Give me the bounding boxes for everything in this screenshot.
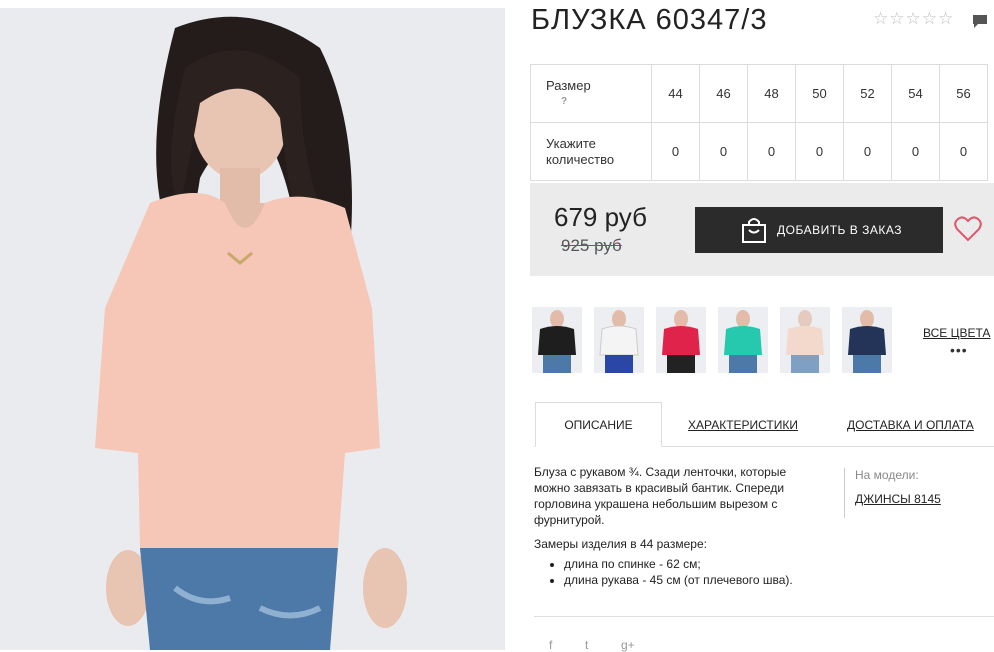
- quantity-input[interactable]: 0: [699, 122, 748, 181]
- color-thumb-red[interactable]: [656, 307, 706, 373]
- product-photo[interactable]: [0, 8, 505, 650]
- quantity-input[interactable]: 0: [651, 122, 700, 181]
- size-cell: 56: [939, 64, 988, 123]
- tab-description[interactable]: ОПИСАНИЕ: [535, 402, 662, 447]
- thumb-image: [780, 307, 830, 373]
- color-thumb-peach[interactable]: [780, 307, 830, 373]
- model-divider: [844, 468, 845, 518]
- shopping-bag-icon: [742, 218, 766, 243]
- on-model-label: На модели:: [855, 468, 919, 482]
- size-row: Размер ? 44 46 48 50 52 54 56: [530, 64, 988, 123]
- size-help-icon[interactable]: ?: [546, 94, 650, 110]
- size-cell: 46: [699, 64, 748, 123]
- all-colors-link[interactable]: ВСЕ ЦВЕТА: [923, 326, 990, 340]
- rating-stars[interactable]: ☆ ☆ ☆ ☆ ☆: [873, 10, 953, 27]
- size-cell: 48: [747, 64, 796, 123]
- star-icon[interactable]: ☆: [938, 10, 953, 27]
- quantity-input[interactable]: 0: [843, 122, 892, 181]
- favorite-heart-icon[interactable]: [954, 216, 982, 247]
- quantity-label-line1: Укажите: [546, 135, 596, 151]
- description-text: Блуза с рукавом ¾. Сзади ленточки, котор…: [534, 465, 787, 527]
- measure-item: длина по спинке - 62 см;: [564, 556, 824, 572]
- quantity-row: Укажите количество 0 0 0 0 0 0 0: [530, 122, 988, 181]
- thumb-image: [718, 307, 768, 373]
- size-table: Размер ? 44 46 48 50 52 54 56 Укажите ко…: [530, 64, 988, 181]
- add-to-order-button[interactable]: ДОБАВИТЬ В ЗАКАЗ: [695, 207, 943, 253]
- comment-icon[interactable]: [972, 13, 988, 34]
- description-block: Блуза с рукавом ¾. Сзади ленточки, котор…: [534, 464, 824, 588]
- measure-list: длина по спинке - 62 см; длина рукава - …: [534, 556, 824, 588]
- star-icon[interactable]: ☆: [889, 10, 904, 27]
- star-icon[interactable]: ☆: [922, 10, 937, 27]
- current-price: 679 руб: [554, 202, 647, 232]
- star-icon[interactable]: ☆: [906, 10, 921, 27]
- tab-specifications[interactable]: ХАРАКТЕРИСТИКИ: [688, 402, 798, 447]
- tab-delivery-payment[interactable]: ДОСТАВКА И ОПЛАТА: [847, 402, 974, 447]
- quantity-label-line2: количество: [546, 151, 615, 167]
- more-dots-icon[interactable]: •••: [950, 342, 968, 358]
- quantity-input[interactable]: 0: [795, 122, 844, 181]
- size-cell: 50: [795, 64, 844, 123]
- quantity-input[interactable]: 0: [939, 122, 988, 181]
- thumb-image: [594, 307, 644, 373]
- model-item-link[interactable]: ДЖИНСЫ 8145: [855, 492, 941, 506]
- size-cell: 44: [651, 64, 700, 123]
- star-icon[interactable]: ☆: [873, 10, 888, 27]
- color-thumb-black[interactable]: [532, 307, 582, 373]
- measure-item: длина рукава - 45 см (от плечевого шва).: [564, 572, 824, 588]
- quantity-input[interactable]: 0: [747, 122, 796, 181]
- section-divider: [534, 616, 994, 617]
- quantity-label-cell: Укажите количество: [530, 122, 652, 181]
- quantity-input[interactable]: 0: [891, 122, 940, 181]
- add-to-order-label: ДОБАВИТЬ В ЗАКАЗ: [777, 223, 902, 237]
- product-tabs: ОПИСАНИЕ ХАРАКТЕРИСТИКИ ДОСТАВКА И ОПЛАТ…: [534, 402, 994, 447]
- price-box: 679 руб 925 руб ДОБАВИТЬ В ЗАКАЗ: [530, 183, 994, 276]
- thumb-image: [532, 307, 582, 373]
- model-illustration: [0, 8, 505, 650]
- old-price: 925 руб: [561, 236, 622, 255]
- measure-title: Замеры изделия в 44 размере:: [534, 537, 707, 551]
- color-thumb-white[interactable]: [594, 307, 644, 373]
- color-thumb-turquoise[interactable]: [718, 307, 768, 373]
- size-label-cell: Размер ?: [530, 64, 652, 123]
- color-thumb-navy[interactable]: [842, 307, 892, 373]
- thumb-image: [842, 307, 892, 373]
- product-title: БЛУЗКА 60347/3: [531, 4, 768, 36]
- size-cell: 54: [891, 64, 940, 123]
- thumb-image: [656, 307, 706, 373]
- color-thumbnails: [532, 307, 892, 373]
- size-cell: 52: [843, 64, 892, 123]
- size-label: Размер: [546, 77, 591, 93]
